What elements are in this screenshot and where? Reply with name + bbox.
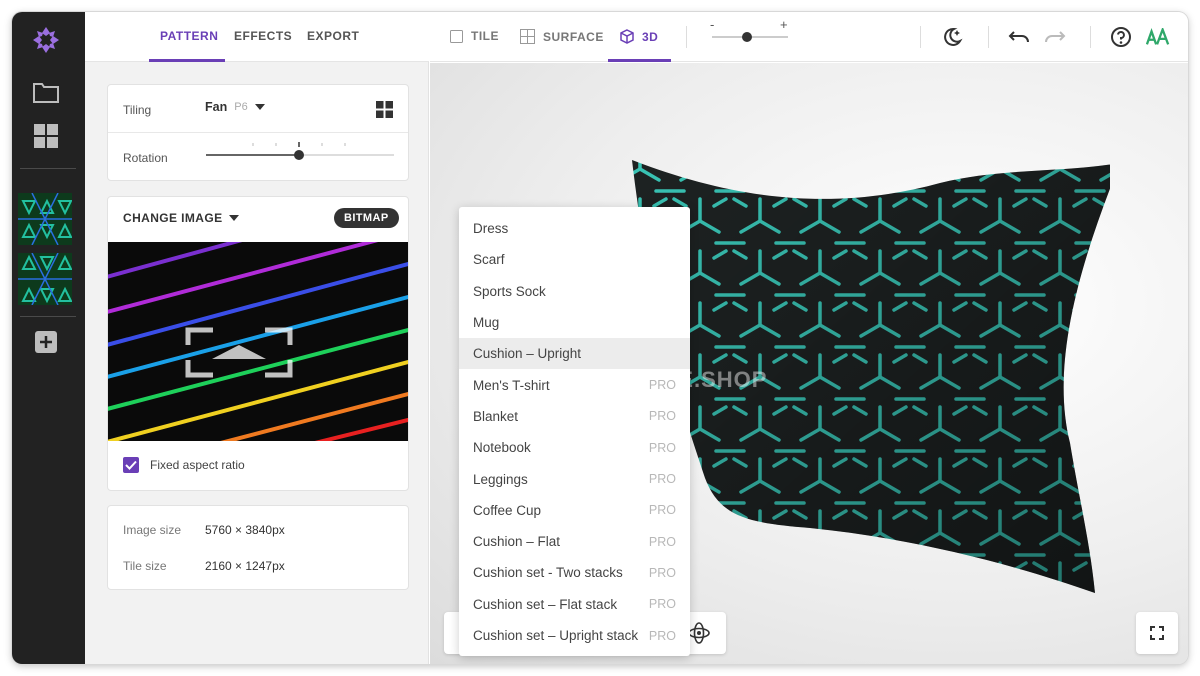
tiling-sub: P6 [234,101,248,113]
app-window: PATTERN EFFECTS EXPORT Tiling Fan P6 Rot… [12,12,1188,664]
tab-3d[interactable]: 3D [620,29,658,44]
app-logo-icon[interactable] [30,24,62,56]
menu-item-coffee-cup[interactable]: Coffee Cup PRO [459,495,690,526]
menu-item-sports-sock[interactable]: Sports Sock [459,276,690,307]
tab-export[interactable]: EXPORT [307,29,359,43]
pro-badge: PRO [648,534,676,549]
menu-item-mens-tshirt[interactable]: Men's T-shirt PRO [459,369,690,400]
tab-tile-label: TILE [471,29,499,43]
menu-item-mug[interactable]: Mug [459,307,690,338]
tab-surface[interactable]: SURFACE [520,29,604,44]
orbit-icon[interactable] [688,622,710,644]
checkmark-icon [125,460,137,470]
menu-item-cushion-upright[interactable]: Cushion – Upright [459,338,690,370]
menu-item-leggings[interactable]: Leggings PRO [459,463,690,494]
active-tab-indicator [149,59,225,62]
tiling-label: Tiling [123,103,152,117]
redo-icon[interactable] [1043,25,1067,49]
panel-tabs: PATTERN EFFECTS EXPORT [85,12,429,62]
tile-size-label: Tile size [123,559,167,573]
pro-badge: PRO [648,378,676,393]
pro-badge: PRO [648,628,676,643]
menu-item-notebook[interactable]: Notebook PRO [459,432,690,463]
menu-item-scarf[interactable]: Scarf [459,244,690,275]
chevron-down-icon [229,215,240,221]
fixed-aspect-checkbox[interactable] [123,457,139,473]
tab-3d-label: 3D [642,29,659,44]
menu-item-blanket[interactable]: Blanket PRO [459,401,690,432]
image-size-value: 5760 × 3840px [205,523,285,537]
grid-icon[interactable] [32,122,60,150]
pro-badge: PRO [648,565,676,580]
pro-badge: PRO [648,440,676,455]
model-dropdown-menu: Dress Scarf Sports Sock Mug Cushion – Up… [459,207,690,656]
top-toolbar: TILE SURFACE 3D - + [430,12,1188,62]
left-rail [12,12,85,664]
source-image-preview[interactable] [108,242,408,441]
tile-size-value: 2160 × 1247px [205,559,285,573]
undo-icon[interactable] [1007,25,1031,49]
settings-panel: PATTERN EFFECTS EXPORT Tiling Fan P6 Rot… [85,12,429,664]
cube-icon [620,29,634,44]
square-icon [450,29,463,43]
fullscreen-icon [1150,626,1164,640]
surface-grid-icon [520,29,535,44]
pro-badge: PRO [648,503,676,518]
fullscreen-button[interactable] [1136,612,1178,654]
image-size-label: Image size [123,523,182,537]
tab-effects[interactable]: EFFECTS [234,29,292,43]
menu-item-cushion-set-upright-stack[interactable]: Cushion set – Upright stack PRO [459,620,690,651]
menu-item-cushion-set-two-stacks[interactable]: Cushion set - Two stacks PRO [459,557,690,588]
pattern-thumbnail-1[interactable] [18,193,72,245]
info-card: Image size 5760 × 3840px Tile size 2160 … [107,505,409,590]
chevron-down-icon [254,104,265,110]
menu-item-cushion-set-flat-stack[interactable]: Cushion set – Flat stack PRO [459,589,690,620]
pattern-thumbnail-2[interactable] [18,253,72,305]
menu-item-cushion-flat[interactable]: Cushion – Flat PRO [459,526,690,557]
rotation-slider[interactable] [204,139,396,163]
add-icon[interactable] [32,328,60,356]
change-image-label: CHANGE IMAGE [123,211,223,225]
tile-grid-icon[interactable] [376,101,393,118]
rotation-label: Rotation [123,151,168,165]
zoom-slider[interactable] [712,30,788,44]
tiling-card: Tiling Fan P6 Rotation [107,84,409,181]
help-icon[interactable] [1109,25,1133,49]
night-mode-icon[interactable] [940,25,964,49]
image-card: CHANGE IMAGE BITMAP Fixed aspect ratio [107,196,409,491]
tab-pattern[interactable]: PATTERN [160,29,218,43]
font-size-icon[interactable] [1146,25,1170,49]
menu-item-dress[interactable]: Dress [459,213,690,244]
folder-icon[interactable] [32,78,60,106]
pro-badge: PRO [648,597,676,612]
tiling-value: Fan [205,100,228,114]
tab-surface-label: SURFACE [543,29,604,44]
tab-tile[interactable]: TILE [450,29,499,43]
bitmap-badge: BITMAP [334,208,399,228]
pro-badge: PRO [648,472,676,487]
pro-badge: PRO [648,409,676,424]
change-image-button[interactable]: CHANGE IMAGE [123,211,240,225]
fixed-aspect-label: Fixed aspect ratio [150,458,245,472]
tiling-select[interactable]: Fan P6 [205,100,265,114]
active-tab-indicator [608,59,671,62]
